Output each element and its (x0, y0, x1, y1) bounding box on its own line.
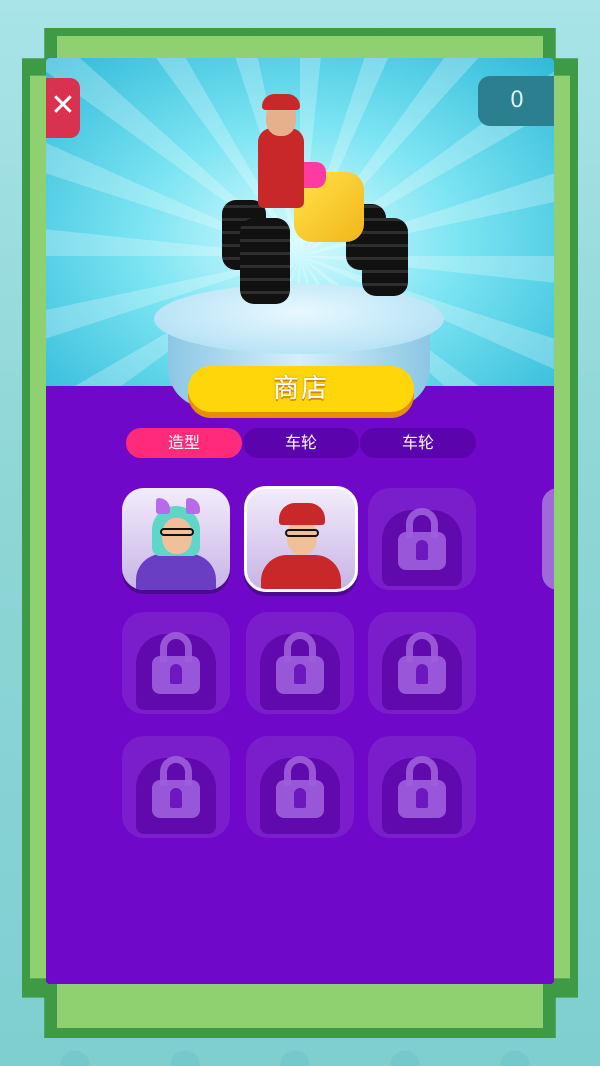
coin-counter: 0 (478, 76, 554, 126)
locked-card[interactable] (368, 612, 476, 714)
avatar-jacket (136, 554, 216, 590)
locked-card[interactable] (122, 612, 230, 714)
close-icon: ✕ (50, 88, 76, 123)
next-page-card-edge[interactable] (542, 488, 554, 590)
character-avatar-teal-hair-headphones (122, 488, 230, 590)
tread-wheel-front-left (240, 218, 290, 304)
vehicle-preview[interactable] (216, 88, 408, 308)
lock-icon (398, 508, 446, 570)
shop-screen: ✕ 0 商店 造型 车轮 车轮 (46, 58, 554, 984)
locked-card[interactable] (368, 736, 476, 838)
shop-title: 商店 (272, 374, 329, 404)
locked-card[interactable] (368, 488, 476, 590)
tab-wheels-2[interactable]: 车轮 (360, 428, 476, 458)
coin-count: 0 (510, 88, 524, 113)
tab-label: 造型 (167, 433, 200, 452)
rider-jacket (258, 128, 304, 208)
close-button[interactable]: ✕ (46, 78, 80, 138)
lock-icon (276, 632, 324, 694)
lock-icon (276, 756, 324, 818)
shop-title-banner: 商店 (188, 366, 414, 412)
character-card-teal-hair[interactable] (122, 488, 230, 590)
cap-icon (279, 503, 325, 525)
tab-label: 车轮 (401, 433, 434, 452)
lock-icon (398, 632, 446, 694)
locked-card[interactable] (246, 736, 354, 838)
glasses-icon (160, 528, 194, 536)
avatar-face (162, 518, 192, 554)
lock-icon (398, 756, 446, 818)
cat-ear-icon (156, 498, 170, 514)
character-avatar-red-cap (247, 489, 355, 589)
cat-ear-icon (186, 498, 200, 514)
character-card-red-cap[interactable] (244, 486, 358, 592)
avatar-jacket (261, 555, 341, 589)
tab-label: 车轮 (284, 433, 317, 452)
locked-card[interactable] (122, 736, 230, 838)
lock-icon (152, 632, 200, 694)
tab-skins[interactable]: 造型 (126, 428, 242, 458)
tread-wheel-front-right (362, 218, 408, 296)
locked-card[interactable] (246, 612, 354, 714)
lock-icon (152, 756, 200, 818)
glasses-icon (285, 529, 319, 537)
category-tabs: 造型 车轮 车轮 (126, 428, 476, 458)
rider-cap (262, 94, 300, 110)
tab-wheels[interactable]: 车轮 (243, 428, 359, 458)
